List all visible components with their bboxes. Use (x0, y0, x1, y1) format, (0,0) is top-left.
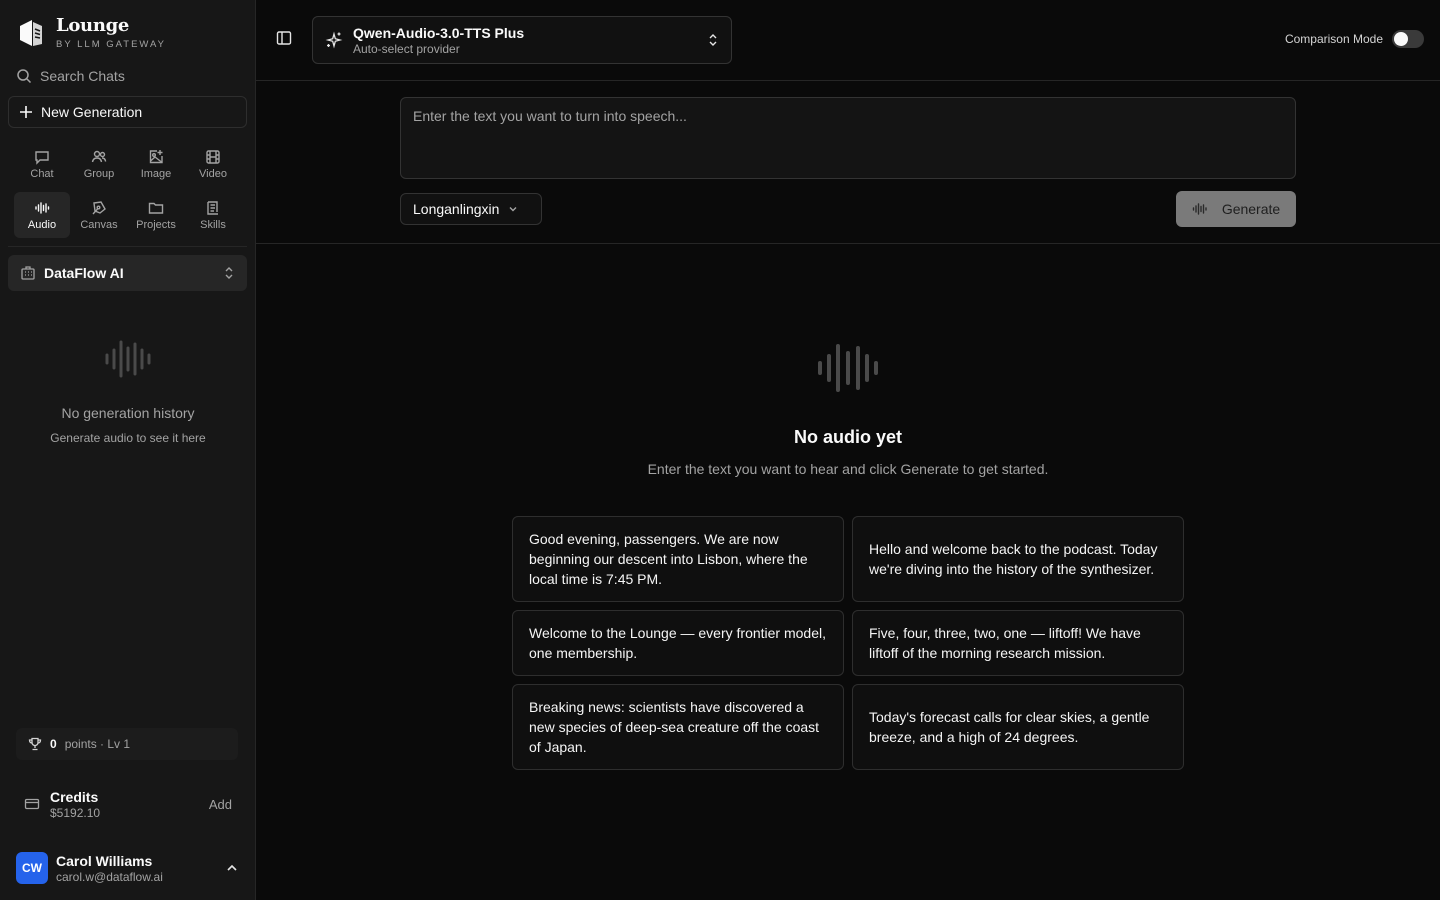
mode-audio[interactable]: Audio (14, 192, 70, 238)
chevron-up-down-icon (709, 34, 717, 46)
mode-projects[interactable]: Projects (128, 192, 184, 238)
comparison-mode: Comparison Mode (1285, 30, 1424, 48)
canvas-icon (92, 200, 106, 214)
toggle-sidebar-icon[interactable] (276, 30, 292, 46)
suggestion-grid: Good evening, passengers. We are now beg… (512, 516, 1184, 770)
mode-label: Canvas (80, 218, 118, 231)
brand[interactable]: Lounge BY LLM GATEWAY (18, 14, 166, 50)
points-badge[interactable]: 0 points · Lv 1 (16, 728, 238, 760)
folder-icon (148, 202, 164, 214)
chat-icon (35, 150, 49, 165)
search-chats[interactable]: Search Chats (16, 64, 240, 88)
model-name: Qwen-Audio-3.0-TTS Plus (353, 24, 525, 41)
mode-canvas[interactable]: Canvas (71, 192, 127, 238)
mode-label: Audio (27, 218, 57, 231)
search-icon (17, 69, 32, 84)
image-icon (149, 149, 163, 163)
sidebar-divider (8, 246, 247, 247)
audio-wave-icon (105, 340, 151, 378)
history-empty-state: No generation history Generate audio to … (0, 338, 256, 445)
organization-name: DataFlow AI (44, 265, 124, 281)
credit-card-icon (24, 798, 40, 810)
user-menu[interactable]: CW Carol Williams carol.w@dataflow.ai (8, 846, 247, 890)
sidebar: Lounge BY LLM GATEWAY Search Chats New G… (0, 0, 256, 900)
generate-label: Generate (1221, 201, 1281, 217)
organization-switcher[interactable]: DataFlow AI (8, 255, 247, 291)
points-value: 0 (50, 737, 57, 751)
model-provider: Auto-select provider (353, 41, 460, 56)
mode-label: Skills (200, 218, 226, 231)
model-selector[interactable]: Qwen-Audio-3.0-TTS Plus Auto-select prov… (312, 16, 732, 64)
suggestion-card[interactable]: Five, four, three, two, one — liftoff! W… (852, 610, 1184, 676)
chevron-up-icon (227, 864, 237, 871)
voice-selector[interactable]: Longanlingxin (400, 193, 542, 225)
new-generation-label: New Generation (41, 104, 143, 120)
audio-wave-icon (1192, 203, 1207, 215)
tts-text-input[interactable] (400, 97, 1296, 179)
credits-amount: $5192.10 (50, 805, 101, 820)
new-generation-button[interactable]: New Generation (8, 96, 247, 128)
mode-label: Image (140, 167, 172, 180)
credits-title: Credits (50, 788, 99, 805)
mode-label: Chat (30, 167, 54, 180)
video-icon (206, 149, 220, 164)
suggestion-card[interactable]: Good evening, passengers. We are now beg… (512, 516, 844, 602)
plus-icon (20, 106, 32, 118)
group-icon (91, 150, 107, 162)
audio-empty-state: No audio yet Enter the text you want to … (256, 340, 1440, 477)
audio-icon (35, 201, 50, 214)
comparison-mode-label: Comparison Mode (1284, 32, 1383, 46)
voice-name: Longanlingxin (413, 201, 500, 217)
avatar: CW (16, 852, 48, 884)
trophy-icon (28, 737, 42, 751)
mode-chat[interactable]: Chat (14, 141, 70, 187)
history-empty-subtitle: Generate audio to see it here (50, 431, 206, 445)
mode-label: Projects (136, 218, 176, 231)
history-empty-title: No generation history (61, 405, 195, 421)
mode-image[interactable]: Image (128, 141, 184, 187)
empty-state-title: No audio yet (793, 427, 902, 447)
points-label: points · Lv 1 (64, 737, 131, 751)
top-header: Qwen-Audio-3.0-TTS Plus Auto-select prov… (256, 0, 1440, 81)
suggestion-card[interactable]: Breaking news: scientists have discovere… (512, 684, 844, 770)
sparkles-icon (325, 31, 343, 49)
user-name: Carol Williams (56, 852, 153, 869)
mode-group[interactable]: Group (71, 141, 127, 187)
building-icon (21, 266, 35, 280)
user-email: carol.w@dataflow.ai (56, 869, 163, 884)
mode-label: Video (199, 167, 227, 180)
suggestion-card[interactable]: Welcome to the Lounge — every frontier m… (512, 610, 844, 676)
mode-grid: Chat Group Image Video Audio Canvas Proj… (14, 141, 242, 238)
skills-icon (207, 200, 218, 215)
chevron-up-down-icon (225, 267, 233, 279)
mode-skills[interactable]: Skills (185, 192, 241, 238)
brand-subtitle: BY LLM GATEWAY (56, 39, 167, 50)
suggestion-card[interactable]: Today's forecast calls for clear skies, … (852, 684, 1184, 770)
lounge-logo-icon (20, 20, 42, 46)
tts-input-area: Longanlingxin Generate (256, 81, 1440, 244)
generate-button[interactable]: Generate (1176, 191, 1296, 227)
add-credits-button[interactable]: Add (209, 797, 232, 812)
audio-wave-icon (818, 344, 878, 392)
mode-video[interactable]: Video (185, 141, 241, 187)
chevron-down-icon (509, 207, 517, 212)
comparison-mode-toggle[interactable] (1392, 30, 1424, 48)
mode-label: Group (83, 167, 115, 180)
suggestion-card[interactable]: Hello and welcome back to the podcast. T… (852, 516, 1184, 602)
empty-state-subtitle: Enter the text you want to hear and clic… (647, 461, 1049, 477)
credits-panel: Credits $5192.10 Add (8, 783, 247, 825)
brand-name: Lounge (56, 15, 130, 36)
search-label: Search Chats (40, 68, 125, 84)
